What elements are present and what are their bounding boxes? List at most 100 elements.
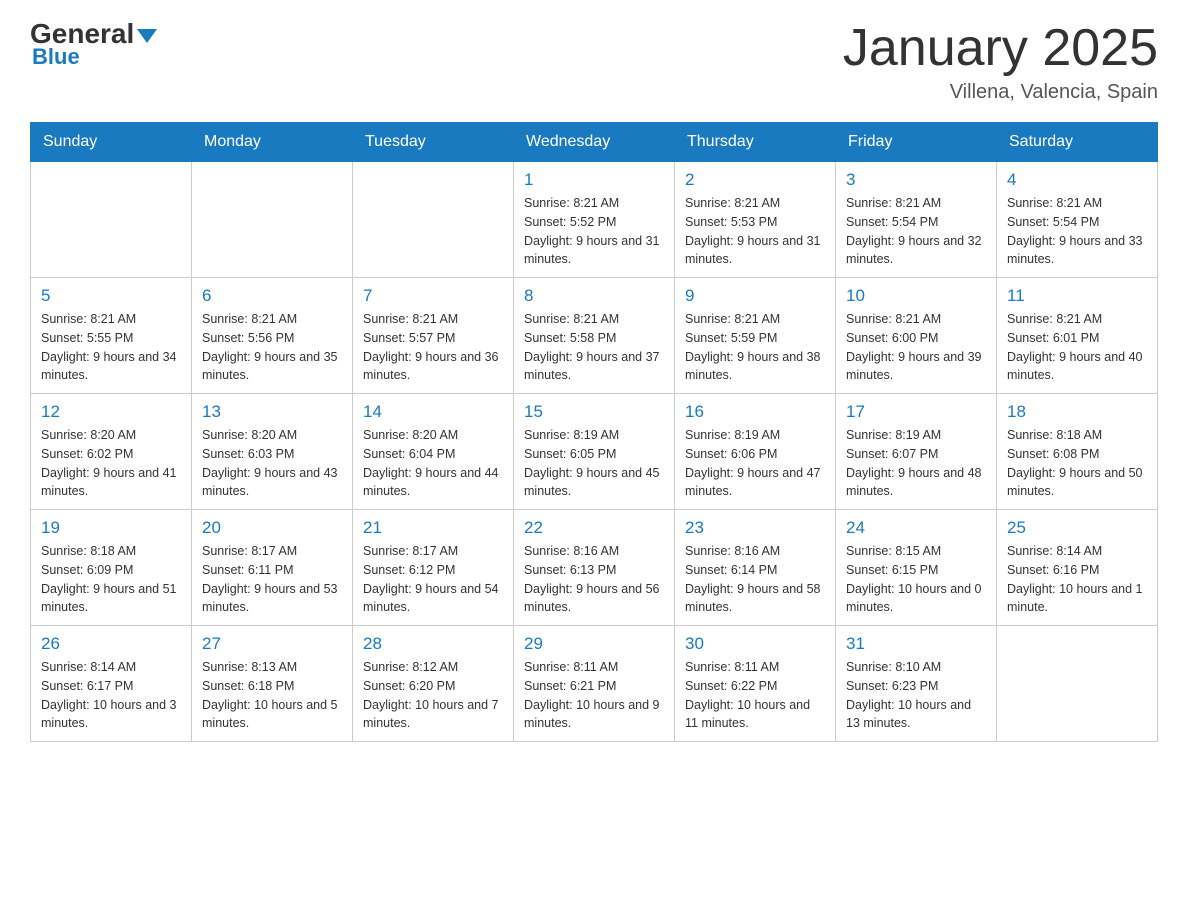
calendar-cell: 13 Sunrise: 8:20 AM Sunset: 6:03 PM Dayli… <box>192 394 353 510</box>
page-header: General Blue January 2025 Villena, Valen… <box>30 20 1158 104</box>
day-number: 13 <box>202 402 342 422</box>
calendar-header-wednesday: Wednesday <box>514 123 675 162</box>
day-info: Sunrise: 8:21 AM Sunset: 5:53 PM Dayligh… <box>685 194 825 269</box>
calendar-header-saturday: Saturday <box>997 123 1158 162</box>
calendar-cell <box>997 626 1158 742</box>
day-info: Sunrise: 8:21 AM Sunset: 6:01 PM Dayligh… <box>1007 310 1147 385</box>
calendar-cell: 9 Sunrise: 8:21 AM Sunset: 5:59 PM Daylig… <box>675 278 836 394</box>
day-info: Sunrise: 8:17 AM Sunset: 6:11 PM Dayligh… <box>202 542 342 617</box>
calendar-cell: 11 Sunrise: 8:21 AM Sunset: 6:01 PM Dayli… <box>997 278 1158 394</box>
location: Villena, Valencia, Spain <box>843 81 1158 104</box>
calendar-cell: 8Sunrise: 8:21 AM Sunset: 5:58 PM Daylig… <box>514 278 675 394</box>
day-info: Sunrise: 8:15 AM Sunset: 6:15 PM Dayligh… <box>846 542 986 617</box>
calendar-cell: 22 Sunrise: 8:16 AM Sunset: 6:13 PM Dayli… <box>514 510 675 626</box>
day-number: 24 <box>846 518 986 538</box>
calendar-week-row: 26Sunrise: 8:14 AM Sunset: 6:17 PM Dayli… <box>31 626 1158 742</box>
calendar-header-thursday: Thursday <box>675 123 836 162</box>
calendar-cell <box>353 162 514 278</box>
day-number: 21 <box>363 518 503 538</box>
calendar-cell <box>192 162 353 278</box>
calendar-header-tuesday: Tuesday <box>353 123 514 162</box>
day-info: Sunrise: 8:11 AM Sunset: 6:22 PM Dayligh… <box>685 658 825 733</box>
calendar-cell: 14Sunrise: 8:20 AM Sunset: 6:04 PM Dayli… <box>353 394 514 510</box>
calendar-cell: 17Sunrise: 8:19 AM Sunset: 6:07 PM Dayli… <box>836 394 997 510</box>
calendar-week-row: 19 Sunrise: 8:18 AM Sunset: 6:09 PM Dayli… <box>31 510 1158 626</box>
day-number: 25 <box>1007 518 1147 538</box>
day-number: 23 <box>685 518 825 538</box>
logo: General Blue <box>30 20 157 70</box>
calendar-cell: 5Sunrise: 8:21 AM Sunset: 5:55 PM Daylig… <box>31 278 192 394</box>
day-number: 6 <box>202 286 342 306</box>
calendar-cell: 10 Sunrise: 8:21 AM Sunset: 6:00 PM Dayli… <box>836 278 997 394</box>
day-info: Sunrise: 8:16 AM Sunset: 6:14 PM Dayligh… <box>685 542 825 617</box>
day-info: Sunrise: 8:12 AM Sunset: 6:20 PM Dayligh… <box>363 658 503 733</box>
calendar-cell: 12 Sunrise: 8:20 AM Sunset: 6:02 PM Dayli… <box>31 394 192 510</box>
calendar-header-row: SundayMondayTuesdayWednesdayThursdayFrid… <box>31 123 1158 162</box>
calendar-cell: 1 Sunrise: 8:21 AM Sunset: 5:52 PM Daylig… <box>514 162 675 278</box>
day-info: Sunrise: 8:19 AM Sunset: 6:05 PM Dayligh… <box>524 426 664 501</box>
calendar-cell: 7 Sunrise: 8:21 AM Sunset: 5:57 PM Daylig… <box>353 278 514 394</box>
day-number: 8 <box>524 286 664 306</box>
day-number: 7 <box>363 286 503 306</box>
day-info: Sunrise: 8:14 AM Sunset: 6:17 PM Dayligh… <box>41 658 181 733</box>
day-info: Sunrise: 8:21 AM Sunset: 5:59 PM Dayligh… <box>685 310 825 385</box>
calendar-cell: 4Sunrise: 8:21 AM Sunset: 5:54 PM Daylig… <box>997 162 1158 278</box>
day-number: 16 <box>685 402 825 422</box>
day-number: 11 <box>1007 286 1147 306</box>
day-info: Sunrise: 8:21 AM Sunset: 6:00 PM Dayligh… <box>846 310 986 385</box>
day-info: Sunrise: 8:21 AM Sunset: 5:54 PM Dayligh… <box>846 194 986 269</box>
calendar-cell: 20 Sunrise: 8:17 AM Sunset: 6:11 PM Dayli… <box>192 510 353 626</box>
day-number: 30 <box>685 634 825 654</box>
day-info: Sunrise: 8:16 AM Sunset: 6:13 PM Dayligh… <box>524 542 664 617</box>
day-number: 20 <box>202 518 342 538</box>
day-info: Sunrise: 8:20 AM Sunset: 6:02 PM Dayligh… <box>41 426 181 501</box>
calendar-cell: 21 Sunrise: 8:17 AM Sunset: 6:12 PM Dayli… <box>353 510 514 626</box>
calendar-header-monday: Monday <box>192 123 353 162</box>
day-number: 18 <box>1007 402 1147 422</box>
calendar-cell: 15 Sunrise: 8:19 AM Sunset: 6:05 PM Dayli… <box>514 394 675 510</box>
calendar-cell: 2 Sunrise: 8:21 AM Sunset: 5:53 PM Daylig… <box>675 162 836 278</box>
calendar-week-row: 5Sunrise: 8:21 AM Sunset: 5:55 PM Daylig… <box>31 278 1158 394</box>
day-number: 2 <box>685 170 825 190</box>
day-info: Sunrise: 8:21 AM Sunset: 5:56 PM Dayligh… <box>202 310 342 385</box>
day-info: Sunrise: 8:21 AM Sunset: 5:57 PM Dayligh… <box>363 310 503 385</box>
logo-triangle-icon <box>134 29 157 41</box>
calendar-cell: 31Sunrise: 8:10 AM Sunset: 6:23 PM Dayli… <box>836 626 997 742</box>
calendar-table: SundayMondayTuesdayWednesdayThursdayFrid… <box>30 122 1158 742</box>
calendar-cell <box>31 162 192 278</box>
calendar-week-row: 1 Sunrise: 8:21 AM Sunset: 5:52 PM Daylig… <box>31 162 1158 278</box>
day-number: 3 <box>846 170 986 190</box>
calendar-cell: 29 Sunrise: 8:11 AM Sunset: 6:21 PM Dayli… <box>514 626 675 742</box>
calendar-week-row: 12 Sunrise: 8:20 AM Sunset: 6:02 PM Dayli… <box>31 394 1158 510</box>
calendar-cell: 30 Sunrise: 8:11 AM Sunset: 6:22 PM Dayli… <box>675 626 836 742</box>
day-number: 19 <box>41 518 181 538</box>
calendar-cell: 28 Sunrise: 8:12 AM Sunset: 6:20 PM Dayli… <box>353 626 514 742</box>
calendar-header-sunday: Sunday <box>31 123 192 162</box>
day-info: Sunrise: 8:18 AM Sunset: 6:09 PM Dayligh… <box>41 542 181 617</box>
day-number: 15 <box>524 402 664 422</box>
day-info: Sunrise: 8:13 AM Sunset: 6:18 PM Dayligh… <box>202 658 342 733</box>
logo-blue-text: Blue <box>32 44 80 70</box>
day-info: Sunrise: 8:21 AM Sunset: 5:54 PM Dayligh… <box>1007 194 1147 269</box>
day-info: Sunrise: 8:10 AM Sunset: 6:23 PM Dayligh… <box>846 658 986 733</box>
day-info: Sunrise: 8:20 AM Sunset: 6:03 PM Dayligh… <box>202 426 342 501</box>
day-number: 9 <box>685 286 825 306</box>
day-info: Sunrise: 8:18 AM Sunset: 6:08 PM Dayligh… <box>1007 426 1147 501</box>
day-info: Sunrise: 8:17 AM Sunset: 6:12 PM Dayligh… <box>363 542 503 617</box>
calendar-cell: 23 Sunrise: 8:16 AM Sunset: 6:14 PM Dayli… <box>675 510 836 626</box>
day-info: Sunrise: 8:11 AM Sunset: 6:21 PM Dayligh… <box>524 658 664 733</box>
day-number: 28 <box>363 634 503 654</box>
day-number: 1 <box>524 170 664 190</box>
day-info: Sunrise: 8:21 AM Sunset: 5:52 PM Dayligh… <box>524 194 664 269</box>
day-number: 12 <box>41 402 181 422</box>
day-number: 10 <box>846 286 986 306</box>
day-number: 5 <box>41 286 181 306</box>
month-title: January 2025 <box>843 20 1158 77</box>
calendar-cell: 26Sunrise: 8:14 AM Sunset: 6:17 PM Dayli… <box>31 626 192 742</box>
day-number: 22 <box>524 518 664 538</box>
day-number: 27 <box>202 634 342 654</box>
day-number: 29 <box>524 634 664 654</box>
calendar-cell: 27 Sunrise: 8:13 AM Sunset: 6:18 PM Dayli… <box>192 626 353 742</box>
calendar-cell: 19 Sunrise: 8:18 AM Sunset: 6:09 PM Dayli… <box>31 510 192 626</box>
title-area: January 2025 Villena, Valencia, Spain <box>843 20 1158 104</box>
